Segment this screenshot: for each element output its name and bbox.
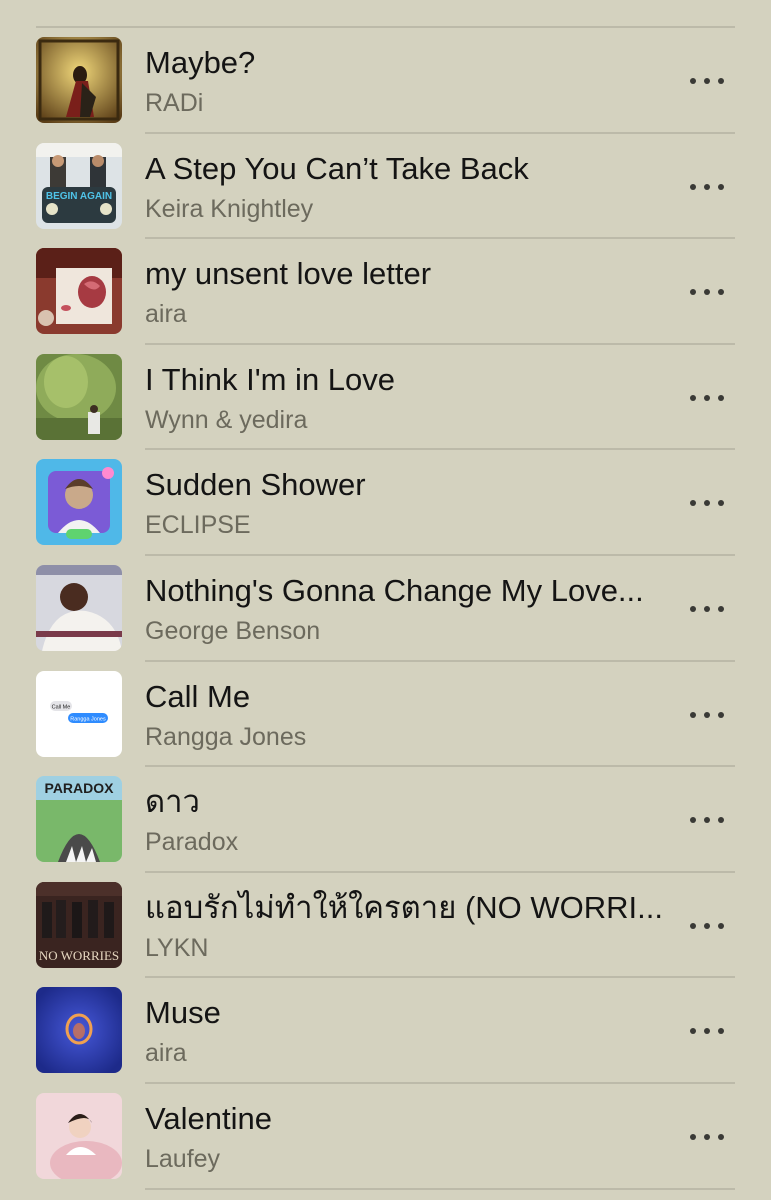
album-art: PARADOX bbox=[36, 776, 122, 863]
song-row[interactable]: NO WORRIES แอบรักไม่ทำให้ใครตาย (NO WORR… bbox=[0, 873, 771, 979]
more-options-icon[interactable] bbox=[690, 388, 724, 408]
song-title: Maybe? bbox=[145, 45, 256, 80]
song-list: Maybe? RADi BEGIN AGAIN A Step You Can’t… bbox=[0, 28, 771, 1190]
song-row[interactable]: I Think I'm in Love Wynn & yedira bbox=[0, 345, 771, 451]
album-art: Call Me Rangga Jones bbox=[36, 670, 122, 757]
song-title: แอบรักไม่ทำให้ใครตาย (NO WORRI... bbox=[145, 889, 664, 925]
album-art: NO WORRIES bbox=[36, 881, 122, 968]
song-title: my unsent love letter bbox=[145, 256, 432, 292]
more-options-icon[interactable] bbox=[690, 705, 724, 725]
album-art-text: Call Me bbox=[52, 704, 71, 710]
song-title: Call Me bbox=[145, 678, 251, 714]
song-row[interactable]: Call Me Rangga Jones Call Me Rangga Jone… bbox=[0, 662, 771, 768]
song-row[interactable]: Sudden Shower ECLIPSE bbox=[0, 450, 771, 556]
album-art bbox=[36, 459, 122, 546]
song-row[interactable]: Nothing's Gonna Change My Love... George… bbox=[0, 556, 771, 662]
song-title: I Think I'm in Love bbox=[145, 361, 396, 397]
song-artist: aira bbox=[145, 300, 187, 329]
song-row[interactable]: Muse aira bbox=[0, 978, 771, 1084]
song-artist: aira bbox=[145, 1039, 187, 1068]
song-artist: Wynn & yedira bbox=[145, 405, 308, 434]
song-artist: LYKN bbox=[145, 933, 209, 962]
album-art: BEGIN AGAIN bbox=[36, 142, 122, 229]
more-options-icon[interactable] bbox=[690, 599, 724, 619]
album-art-text: PARADOX bbox=[45, 780, 115, 796]
song-title: A Step You Can’t Take Back bbox=[145, 150, 529, 186]
song-artist: Paradox bbox=[145, 828, 239, 857]
album-art-text: NO WORRIES bbox=[39, 948, 119, 963]
album-art bbox=[36, 987, 122, 1074]
song-row[interactable]: my unsent love letter aira bbox=[0, 239, 771, 345]
more-options-icon[interactable] bbox=[690, 810, 724, 830]
album-art bbox=[36, 564, 122, 651]
more-options-icon[interactable] bbox=[690, 1021, 724, 1041]
more-options-icon[interactable] bbox=[690, 71, 724, 91]
row-divider bbox=[145, 1187, 735, 1190]
song-artist: RADi bbox=[145, 89, 204, 117]
song-title: Muse bbox=[145, 995, 221, 1031]
song-artist: George Benson bbox=[145, 616, 321, 645]
album-art bbox=[36, 1092, 122, 1179]
song-artist: Keira Knightley bbox=[145, 194, 314, 223]
song-row[interactable]: BEGIN AGAIN A Step You Can’t Take Back K… bbox=[0, 134, 771, 240]
album-art-text: Rangga Jones bbox=[70, 716, 106, 722]
more-options-icon[interactable] bbox=[690, 282, 724, 302]
album-art bbox=[36, 353, 122, 440]
song-title: Valentine bbox=[145, 1100, 272, 1136]
song-row[interactable]: Maybe? RADi bbox=[0, 28, 771, 134]
more-options-icon[interactable] bbox=[690, 177, 724, 197]
more-options-icon[interactable] bbox=[690, 916, 724, 936]
album-art bbox=[36, 37, 122, 123]
song-artist: Laufey bbox=[145, 1144, 221, 1173]
more-options-icon[interactable] bbox=[690, 1127, 724, 1147]
album-art bbox=[36, 248, 122, 335]
song-artist: ECLIPSE bbox=[145, 511, 251, 540]
song-row[interactable]: PARADOX ดาว Paradox bbox=[0, 767, 771, 873]
song-title: Nothing's Gonna Change My Love... bbox=[145, 572, 644, 608]
song-row[interactable]: Valentine Laufey bbox=[0, 1084, 771, 1190]
song-title: ดาว bbox=[145, 784, 200, 820]
song-artist: Rangga Jones bbox=[145, 722, 307, 751]
album-art-text: BEGIN AGAIN bbox=[46, 191, 112, 202]
more-options-icon[interactable] bbox=[690, 493, 724, 513]
song-title: Sudden Shower bbox=[145, 467, 366, 503]
